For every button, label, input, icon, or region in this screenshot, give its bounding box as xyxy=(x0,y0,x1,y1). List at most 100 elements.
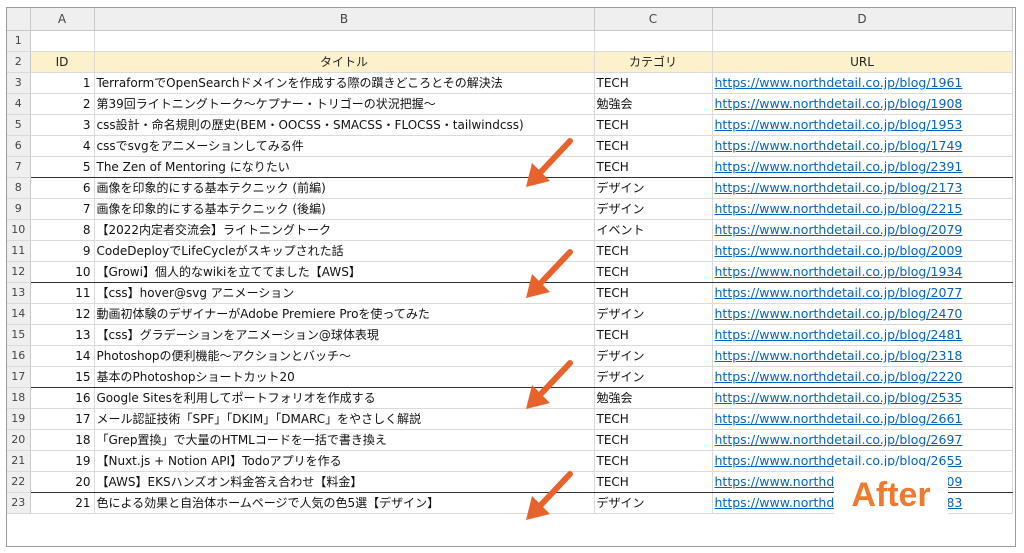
cell-category[interactable]: TECH xyxy=(594,282,713,304)
cell[interactable] xyxy=(712,30,1013,52)
cell-category[interactable]: 勉強会 xyxy=(594,93,713,115)
cell-id[interactable]: 5 xyxy=(30,156,95,178)
url-link[interactable]: https://www.northdetail.co.jp/blog/1953 xyxy=(715,117,963,132)
cell-category[interactable]: TECH xyxy=(594,135,713,157)
cell-category[interactable]: TECH xyxy=(594,450,713,472)
cell-id[interactable]: 14 xyxy=(30,345,95,367)
cell-category[interactable]: TECH xyxy=(594,324,713,346)
header-title[interactable]: タイトル xyxy=(94,51,595,73)
cell-category[interactable]: TECH xyxy=(594,156,713,178)
cell-title[interactable]: 画像を印象的にする基本テクニック (後編) xyxy=(94,198,595,220)
cell-title[interactable]: cssでsvgをアニメーションしてみる件 xyxy=(94,135,595,157)
cell-title[interactable]: css設計・命名規則の歴史(BEM・OOCSS・SMACSS・FLOCSS・ta… xyxy=(94,114,595,136)
cell-id[interactable]: 20 xyxy=(30,471,95,493)
url-link[interactable]: https://www.northdetail.co.jp/blog/2220 xyxy=(715,369,963,384)
cell-category[interactable]: デザイン xyxy=(594,492,713,514)
cell-title[interactable]: TerraformでOpenSearchドメインを作成する際の躓きどころとその解… xyxy=(94,72,595,94)
column-header-a[interactable]: A xyxy=(30,8,95,31)
row-header[interactable]: 20 xyxy=(7,429,31,451)
url-link[interactable]: https://www.northdetail.co.jp/blog/1749 xyxy=(715,138,963,153)
row-header[interactable]: 5 xyxy=(7,114,31,136)
url-link[interactable]: https://www.northdetail.co.jp/blog/1908 xyxy=(715,96,963,111)
cell-url[interactable]: https://www.northdetail.co.jp/blog/2215 xyxy=(712,198,1013,220)
row-header[interactable]: 18 xyxy=(7,387,31,409)
cell-url[interactable]: https://www.northdetail.co.jp/blog/2318 xyxy=(712,345,1013,367)
cell-url[interactable]: https://www.northdetail.co.jp/blog/2470 xyxy=(712,303,1013,325)
cell-title[interactable]: メール認証技術「SPF」「DKIM」「DMARC」をやさしく解説 xyxy=(94,408,595,430)
row-header[interactable]: 12 xyxy=(7,261,31,283)
cell-id[interactable]: 21 xyxy=(30,492,95,514)
cell-id[interactable]: 9 xyxy=(30,240,95,262)
url-link[interactable]: https://www.northdetail.co.jp/blog/2697 xyxy=(715,432,963,447)
cell-url[interactable]: https://www.northdetail.co.jp/blog/2697 xyxy=(712,429,1013,451)
cell-id[interactable]: 16 xyxy=(30,387,95,409)
column-header-d[interactable]: D xyxy=(712,8,1013,31)
url-link[interactable]: https://www.northdetail.co.jp/blog/2215 xyxy=(715,201,963,216)
cell-url[interactable]: https://www.northdetail.co.jp/blog/1953 xyxy=(712,114,1013,136)
cell-title[interactable]: 【css】グラデーションをアニメーション@球体表現 xyxy=(94,324,595,346)
select-all-corner[interactable] xyxy=(7,8,31,31)
row-header[interactable]: 4 xyxy=(7,93,31,115)
row-header[interactable]: 9 xyxy=(7,198,31,220)
cell-id[interactable]: 19 xyxy=(30,450,95,472)
row-header[interactable]: 23 xyxy=(7,492,31,514)
cell-title[interactable]: 【css】hover@svg アニメーション xyxy=(94,282,595,304)
url-link[interactable]: https://www.northdetail.co.jp/blog/2079 xyxy=(715,222,963,237)
url-link[interactable]: https://www.northdetail.co.jp/blog/2661 xyxy=(715,411,963,426)
cell-title[interactable]: Google Sitesを利用してポートフォリオを作成する xyxy=(94,387,595,409)
row-header[interactable]: 11 xyxy=(7,240,31,262)
header-category[interactable]: カテゴリ xyxy=(594,51,713,73)
cell-id[interactable]: 10 xyxy=(30,261,95,283)
header-id[interactable]: ID xyxy=(30,51,95,73)
row-header[interactable]: 1 xyxy=(7,30,31,52)
column-header-b[interactable]: B xyxy=(94,8,595,31)
cell-title[interactable]: CodeDeployでLifeCycleがスキップされた話 xyxy=(94,240,595,262)
cell-url[interactable]: https://www.northdetail.co.jp/blog/2391 xyxy=(712,156,1013,178)
url-link[interactable]: https://www.northdetail.co.jp/blog/2009 xyxy=(715,243,963,258)
cell-category[interactable]: デザイン xyxy=(594,177,713,199)
cell-url[interactable]: https://www.northdetail.co.jp/blog/2009 xyxy=(712,240,1013,262)
cell-category[interactable]: イベント xyxy=(594,219,713,241)
cell-category[interactable]: TECH xyxy=(594,471,713,493)
cell-url[interactable]: https://www.northdetail.co.jp/blog/2481 xyxy=(712,324,1013,346)
row-header[interactable]: 8 xyxy=(7,177,31,199)
cell-title[interactable]: 【Nuxt.js + Notion API】Todoアプリを作る xyxy=(94,450,595,472)
cell-category[interactable]: TECH xyxy=(594,114,713,136)
row-header[interactable]: 16 xyxy=(7,345,31,367)
url-link[interactable]: https://www.northdetail.co.jp/blog/1934 xyxy=(715,264,963,279)
cell-title[interactable]: 基本のPhotoshopショートカット20 xyxy=(94,366,595,388)
cell-url[interactable]: https://www.northdetail.co.jp/blog/1961 xyxy=(712,72,1013,94)
header-url[interactable]: URL xyxy=(712,51,1013,73)
row-header[interactable]: 2 xyxy=(7,51,31,73)
cell-url[interactable]: https://www.northdetail.co.jp/blog/1934 xyxy=(712,261,1013,283)
cell-url[interactable]: https://www.northdetail.co.jp/blog/2535 xyxy=(712,387,1013,409)
cell-id[interactable]: 18 xyxy=(30,429,95,451)
cell-category[interactable]: デザイン xyxy=(594,345,713,367)
row-header[interactable]: 13 xyxy=(7,282,31,304)
cell-id[interactable]: 8 xyxy=(30,219,95,241)
cell-title[interactable]: The Zen of Mentoring になりたい xyxy=(94,156,595,178)
cell-id[interactable]: 3 xyxy=(30,114,95,136)
url-link[interactable]: https://www.northdetail.co.jp/blog/2077 xyxy=(715,285,963,300)
cell[interactable] xyxy=(30,30,95,52)
cell[interactable] xyxy=(94,30,595,52)
cell[interactable] xyxy=(594,30,713,52)
cell-title[interactable]: 第39回ライトニングトーク〜ケプナー・トリゴーの状況把握〜 xyxy=(94,93,595,115)
cell-id[interactable]: 17 xyxy=(30,408,95,430)
cell-url[interactable]: https://www.northdetail.co.jp/blog/2173 xyxy=(712,177,1013,199)
row-header[interactable]: 15 xyxy=(7,324,31,346)
cell-id[interactable]: 7 xyxy=(30,198,95,220)
cell-category[interactable]: 勉強会 xyxy=(594,387,713,409)
cell-url[interactable]: https://www.northdetail.co.jp/blog/2661 xyxy=(712,408,1013,430)
column-header-c[interactable]: C xyxy=(594,8,713,31)
cell-id[interactable]: 4 xyxy=(30,135,95,157)
url-link[interactable]: https://www.northdetail.co.jp/blog/1961 xyxy=(715,75,963,90)
cell-id[interactable]: 11 xyxy=(30,282,95,304)
cell-title[interactable]: 【AWS】EKSハンズオン料金答え合わせ【料金】 xyxy=(94,471,595,493)
cell-title[interactable]: 「Grep置換」で大量のHTMLコードを一括で書き換え xyxy=(94,429,595,451)
cell-category[interactable]: TECH xyxy=(594,72,713,94)
cell-title[interactable]: 【2022内定者交流会】ライトニングトーク xyxy=(94,219,595,241)
cell-url[interactable]: https://www.northdetail.co.jp/blog/1908 xyxy=(712,93,1013,115)
cell-url[interactable]: https://www.northdetail.co.jp/blog/2079 xyxy=(712,219,1013,241)
cell-category[interactable]: デザイン xyxy=(594,366,713,388)
